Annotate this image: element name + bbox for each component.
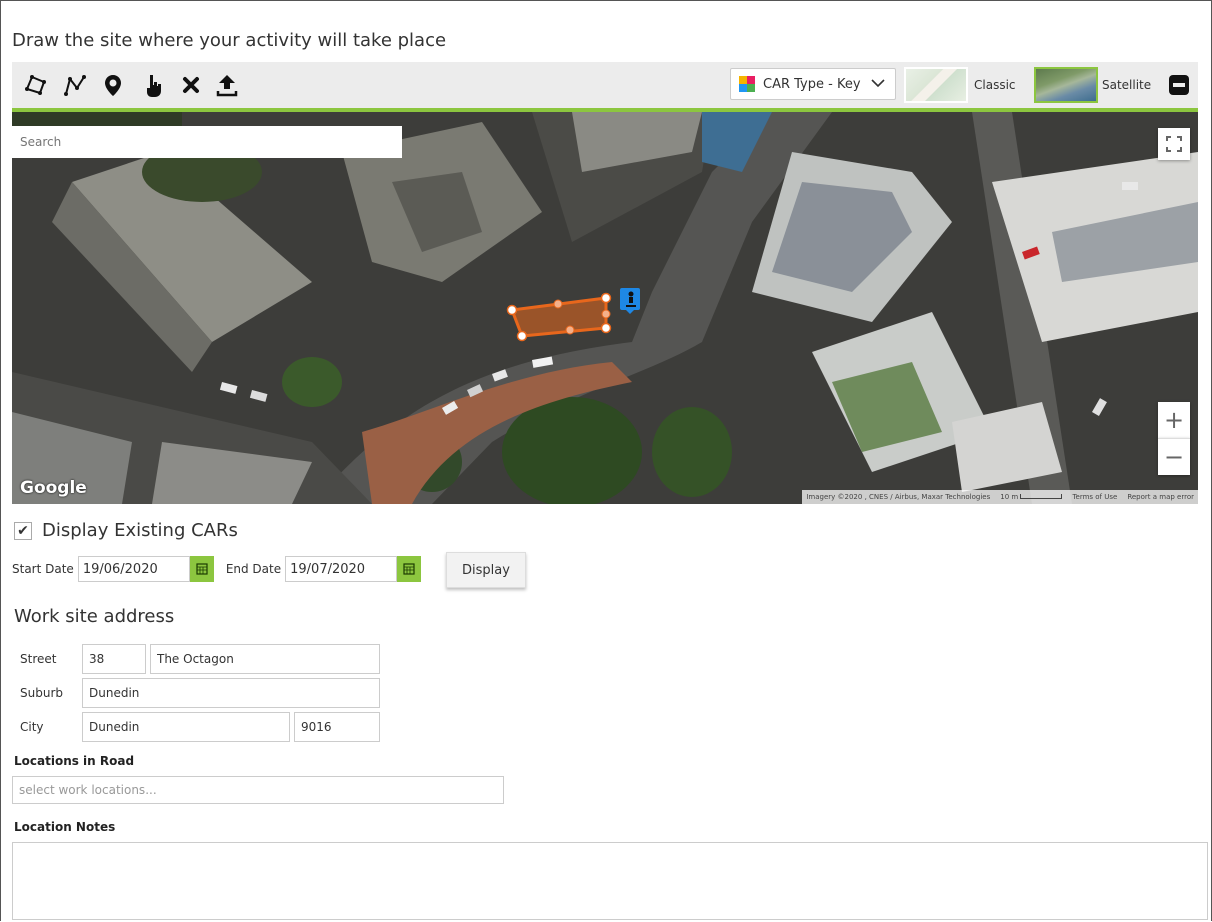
- road-worker-marker-icon[interactable]: [620, 288, 640, 314]
- upload-icon[interactable]: [212, 70, 242, 100]
- work-locations-select[interactable]: select work locations...: [12, 776, 504, 804]
- start-date-input[interactable]: [77, 556, 190, 582]
- locations-in-road-label: Locations in Road: [14, 754, 135, 768]
- end-calendar-icon[interactable]: [397, 556, 422, 582]
- fullscreen-icon: [1166, 136, 1182, 152]
- street-name-input[interactable]: [150, 644, 380, 674]
- display-existing-checkbox[interactable]: ✔: [14, 521, 32, 540]
- work-site-address-heading: Work site address: [14, 606, 175, 627]
- start-calendar-icon[interactable]: [189, 556, 214, 582]
- map-type-classic[interactable]: Classic: [904, 66, 1016, 104]
- city-label: City: [20, 720, 44, 734]
- street-number-input[interactable]: [82, 644, 146, 674]
- car-type-label: CAR Type - Key: [763, 76, 861, 92]
- suburb-label: Suburb: [20, 686, 63, 700]
- google-logo: Google: [20, 478, 87, 498]
- polyline-tool-icon[interactable]: [60, 70, 90, 100]
- classic-thumbnail: [904, 67, 968, 103]
- color-key-icon: [739, 76, 755, 92]
- end-date-label: End Date: [225, 562, 282, 576]
- classic-label: Classic: [974, 78, 1016, 92]
- collapse-panel-icon[interactable]: [1166, 70, 1192, 100]
- satellite-imagery: [12, 112, 1198, 504]
- zoom-in-button[interactable]: +: [1158, 402, 1190, 438]
- map-scale: 10 m: [1000, 493, 1063, 501]
- satellite-map[interactable]: + − Google Imagery ©2020 , CNES / Airbus…: [12, 112, 1198, 504]
- fullscreen-button[interactable]: [1158, 128, 1190, 160]
- suburb-input[interactable]: [82, 678, 380, 708]
- chevron-down-icon: [870, 77, 885, 92]
- street-label: Street: [20, 652, 57, 666]
- page-heading: Draw the site where your activity will t…: [12, 30, 447, 51]
- marker-pin-icon[interactable]: [98, 70, 128, 100]
- map-toolbar: CAR Type - Key Classic Satellite: [12, 62, 1198, 112]
- display-button[interactable]: Display: [446, 552, 526, 588]
- location-notes-label: Location Notes: [14, 820, 116, 834]
- display-existing-label: Display Existing CARs: [42, 520, 238, 541]
- terms-of-use-link[interactable]: Terms of Use: [1072, 493, 1117, 501]
- start-date-label: Start Date: [12, 562, 74, 576]
- end-date-input[interactable]: [285, 556, 398, 582]
- car-type-key-dropdown[interactable]: CAR Type - Key: [730, 68, 896, 100]
- map-attribution: Imagery ©2020 , CNES / Airbus, Maxar Tec…: [802, 490, 1198, 504]
- satellite-thumbnail: [1034, 67, 1098, 103]
- report-map-error-link[interactable]: Report a map error: [1127, 493, 1194, 501]
- map-type-satellite[interactable]: Satellite: [1034, 66, 1151, 104]
- map-search-input[interactable]: [12, 126, 402, 158]
- polygon-tool-icon[interactable]: [20, 70, 50, 100]
- satellite-label: Satellite: [1102, 78, 1152, 92]
- postcode-input[interactable]: [294, 712, 380, 742]
- date-range-row: Start Date End Date: [12, 556, 429, 582]
- imagery-credit: Imagery ©2020 , CNES / Airbus, Maxar Tec…: [806, 493, 991, 501]
- location-notes-textarea[interactable]: [12, 842, 1208, 920]
- delete-x-icon[interactable]: [176, 70, 206, 100]
- hand-pointer-icon[interactable]: [138, 70, 168, 100]
- city-input[interactable]: [82, 712, 290, 742]
- zoom-out-button[interactable]: −: [1158, 438, 1190, 475]
- display-existing-cars-row: ✔ Display Existing CARs: [14, 520, 238, 541]
